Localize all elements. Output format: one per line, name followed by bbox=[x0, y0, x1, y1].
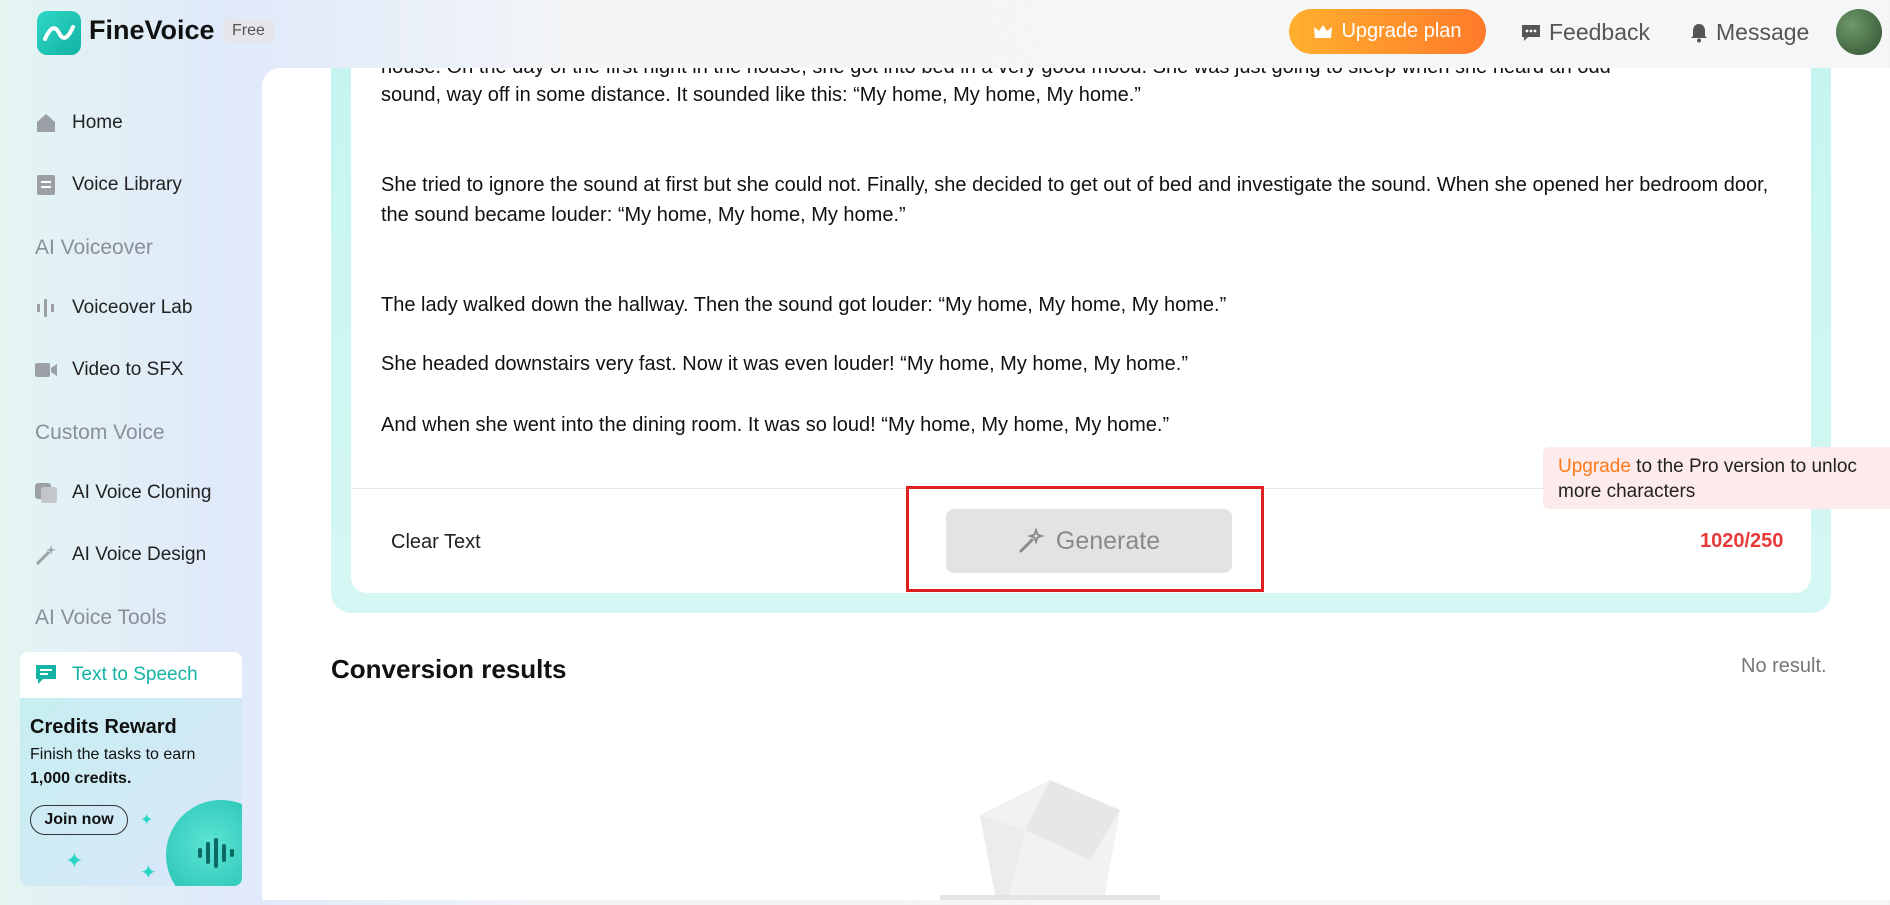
voice-orb-icon bbox=[166, 800, 242, 886]
tooltip-text: more characters bbox=[1558, 481, 1696, 502]
sparkle-icon: ✦ bbox=[65, 848, 84, 873]
highlight-box bbox=[906, 486, 1264, 592]
sidebar-item-label: Voiceover Lab bbox=[72, 297, 193, 318]
section-ai-voice-tools: AI Voice Tools bbox=[35, 606, 167, 629]
editor-paragraph: sound, way off in some distance. It soun… bbox=[381, 84, 1141, 106]
upgrade-plan-button[interactable]: Upgrade plan bbox=[1289, 9, 1486, 54]
plan-badge: Free bbox=[223, 19, 274, 43]
sidebar-item-label: Voice Library bbox=[72, 174, 182, 195]
credits-reward-card[interactable]: Credits Reward Finish the tasks to earn … bbox=[20, 698, 242, 886]
character-count: 1020/250 bbox=[1700, 530, 1784, 552]
upgrade-tooltip[interactable]: Upgrade to the Pro version to unloc more… bbox=[1543, 447, 1890, 509]
sidebar-item-text-to-speech[interactable]: Text to Speech bbox=[20, 652, 242, 698]
clone-icon bbox=[34, 481, 58, 505]
conversion-results-title: Conversion results bbox=[331, 654, 567, 684]
top-bar: FineVoice Free Upgrade plan Feedback Mes… bbox=[0, 0, 1890, 64]
sidebar-item-voice-library[interactable]: Voice Library bbox=[20, 162, 242, 208]
bell-icon bbox=[1691, 23, 1707, 42]
sidebar-item-label: Video to SFX bbox=[72, 359, 184, 380]
avatar[interactable] bbox=[1836, 9, 1882, 55]
feedback-button[interactable]: Feedback bbox=[1521, 19, 1650, 46]
sparkle-icon: ✦ bbox=[140, 862, 157, 884]
credits-title: Credits Reward bbox=[30, 716, 177, 738]
sidebar-item-ai-voice-cloning[interactable]: AI Voice Cloning bbox=[20, 470, 242, 516]
section-ai-voiceover: AI Voiceover bbox=[35, 236, 153, 259]
empty-box-icon bbox=[940, 755, 1180, 905]
chat-icon bbox=[34, 663, 58, 687]
crown-icon bbox=[1314, 24, 1333, 38]
message-button[interactable]: Message bbox=[1690, 19, 1809, 46]
video-icon bbox=[34, 358, 58, 382]
brand-name[interactable]: FineVoice bbox=[89, 15, 215, 46]
sidebar-item-label: Home bbox=[72, 112, 123, 133]
sparkle-icon: ✦ bbox=[140, 812, 154, 829]
upgrade-plan-label: Upgrade plan bbox=[1341, 20, 1462, 42]
editor-paragraph: The lady walked down the hallway. Then t… bbox=[381, 294, 1227, 316]
sidebar-item-label: AI Voice Design bbox=[72, 544, 207, 565]
sidebar: Home Voice Library AI Voiceover Voiceove… bbox=[0, 64, 262, 900]
finevoice-logo-icon[interactable] bbox=[37, 11, 81, 55]
sidebar-item-video-to-sfx[interactable]: Video to SFX bbox=[20, 347, 242, 393]
clear-text-button[interactable]: Clear Text bbox=[391, 531, 481, 554]
message-label: Message bbox=[1716, 19, 1810, 45]
sidebar-item-label: AI Voice Cloning bbox=[72, 482, 212, 503]
editor-paragraph: She tried to ignore the sound at first b… bbox=[381, 174, 1769, 226]
sidebar-item-label: Text to Speech bbox=[72, 664, 198, 685]
tooltip-text: to the Pro version to unloc bbox=[1630, 456, 1857, 477]
sidebar-item-home[interactable]: Home bbox=[20, 100, 242, 146]
waveform-icon bbox=[34, 296, 58, 320]
home-icon bbox=[34, 111, 58, 135]
sidebar-item-voiceover-lab[interactable]: Voiceover Lab bbox=[20, 285, 242, 331]
section-custom-voice: Custom Voice bbox=[35, 421, 165, 444]
library-icon bbox=[34, 173, 58, 197]
feedback-label: Feedback bbox=[1549, 19, 1651, 45]
upgrade-link[interactable]: Upgrade bbox=[1558, 456, 1631, 477]
join-now-button[interactable]: Join now bbox=[30, 805, 128, 835]
credits-amount: 1,000 credits. bbox=[30, 770, 132, 787]
feedback-icon bbox=[1522, 24, 1540, 41]
sidebar-item-ai-voice-design[interactable]: AI Voice Design bbox=[20, 532, 242, 578]
credits-text: Finish the tasks to earn bbox=[30, 746, 196, 763]
no-result-text: No result. bbox=[1741, 655, 1827, 677]
magic-wand-icon bbox=[34, 543, 58, 567]
editor-paragraph: And when she went into the dining room. … bbox=[381, 414, 1170, 436]
editor-paragraph: She headed downstairs very fast. Now it … bbox=[381, 353, 1189, 375]
